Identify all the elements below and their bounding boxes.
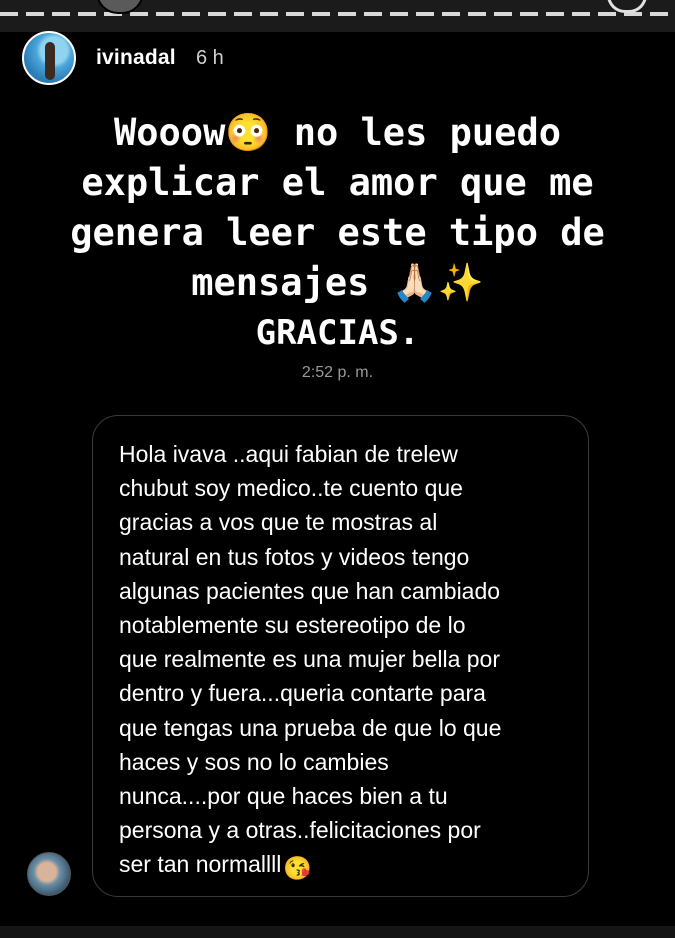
message-line: persona y a otras..felicitaciones por xyxy=(119,817,481,844)
message-line-text: ser tan normallll xyxy=(119,851,282,878)
bottom-bar xyxy=(0,926,675,938)
caption-line: Wooow😳 no les puedo xyxy=(113,111,562,154)
caption-line: explicar el amor que me xyxy=(81,161,594,204)
message-line: chubut soy medico..te cuento que xyxy=(119,475,463,502)
message-timestamp: 2:52 p. m. xyxy=(301,364,374,381)
message-line: natural en tus fotos y videos tengo xyxy=(119,543,470,570)
kiss-emoji-icon: 😘 xyxy=(283,855,312,882)
profile-photo-icon[interactable] xyxy=(22,31,76,85)
story-caption: Wooow😳 no les puedo explicar el amor que… xyxy=(0,108,675,358)
caption-line: mensajes 🙏🏻✨ xyxy=(191,261,484,304)
message-line: haces y sos no lo cambies xyxy=(119,748,389,775)
message-text: Hola ivava ..aqui fabian de trelew chubu… xyxy=(119,437,562,886)
message-line: dentro y fuera...queria contarte para xyxy=(119,680,486,707)
message-bubble: Hola ivava ..aqui fabian de trelew chubu… xyxy=(92,415,589,897)
message-line: nunca....por que haces bien a tu xyxy=(119,783,448,810)
message-line: notablemente su estereotipo de lo xyxy=(119,612,466,639)
story-time-ago: 6 h xyxy=(196,47,224,69)
sender-profile-photo-icon[interactable] xyxy=(27,852,71,896)
message-line-last: ser tan normallll😘 xyxy=(119,847,562,885)
message-line: Hola ivava ..aqui fabian de trelew xyxy=(119,441,458,467)
message-line: gracias a vos que te mostras al xyxy=(119,509,438,536)
message-line: que tengas una prueba de que lo que xyxy=(119,714,502,741)
story-username[interactable]: ivinadal xyxy=(96,46,176,70)
message-line: que realmente es una mujer bella por xyxy=(119,646,501,673)
caption-line-thanks: GRACIAS. xyxy=(255,313,420,353)
profile-figure xyxy=(45,42,55,80)
message-line: algunas pacientes que han cambiado xyxy=(119,577,501,604)
progress-segments xyxy=(0,12,675,16)
caption-line: genera leer este tipo de xyxy=(70,211,605,254)
